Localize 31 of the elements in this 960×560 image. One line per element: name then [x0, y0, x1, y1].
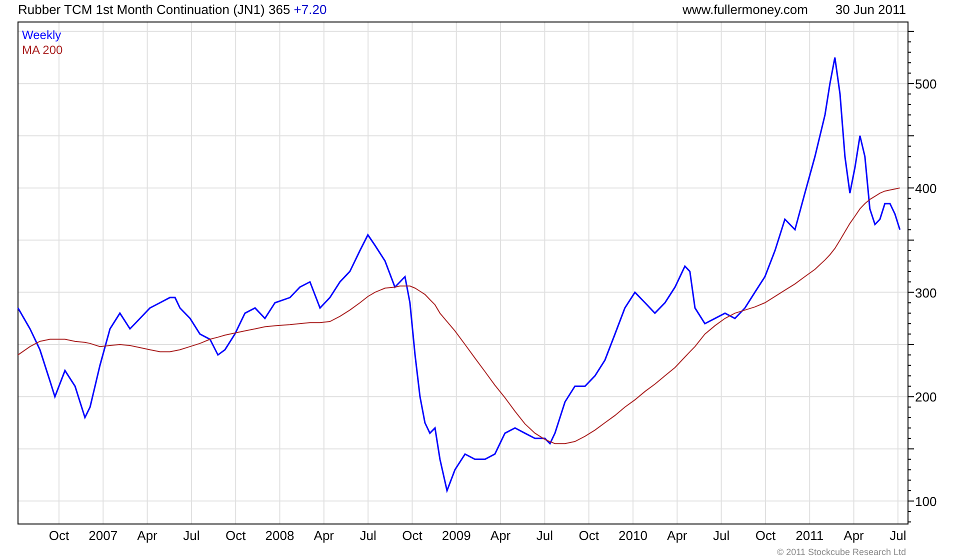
x-axis-label: Oct [755, 528, 776, 543]
legend-label: Weekly [22, 28, 62, 42]
x-axis-label: Apr [314, 528, 334, 543]
website-link[interactable]: www.fullermoney.com [682, 2, 808, 17]
legend-label: MA 200 [22, 43, 63, 57]
x-axis-label: Apr [137, 528, 158, 543]
y-axis-label: 400 [915, 180, 937, 196]
copyright-text: © 2011 Stockcube Research Ltd [776, 547, 906, 557]
x-axis-label: 2010 [618, 528, 648, 543]
x-axis-label: Jul [183, 528, 200, 543]
chart-date: 30 Jun 2011 [835, 2, 906, 17]
x-axis-label: Jul [713, 528, 730, 543]
x-axis-label: Apr [490, 528, 511, 543]
x-axis-label: Oct [48, 528, 70, 543]
x-axis-label: Jul [890, 528, 906, 543]
x-axis-label: Jul [360, 528, 376, 543]
x-axis-label: Apr [844, 528, 864, 543]
y-axis-label: 300 [915, 285, 937, 300]
x-axis-label: 2008 [265, 528, 294, 543]
x-axis-label: Oct [402, 528, 422, 543]
y-axis-label: 500 [915, 76, 937, 92]
x-axis-label: 2009 [442, 528, 471, 543]
chart-title: Rubber TCM 1st Month Continuation (JN1) 365 +7.20 [18, 2, 327, 17]
y-axis-label: 200 [915, 390, 937, 405]
x-axis-label: Oct [578, 528, 599, 543]
x-axis-label: 2011 [796, 528, 824, 543]
x-axis-label: Apr [667, 528, 688, 543]
x-axis-label: Jul [536, 528, 553, 543]
x-axis-label: Oct [225, 528, 246, 543]
x-axis-label: 2007 [88, 528, 118, 543]
y-axis-label: 100 [915, 494, 937, 510]
